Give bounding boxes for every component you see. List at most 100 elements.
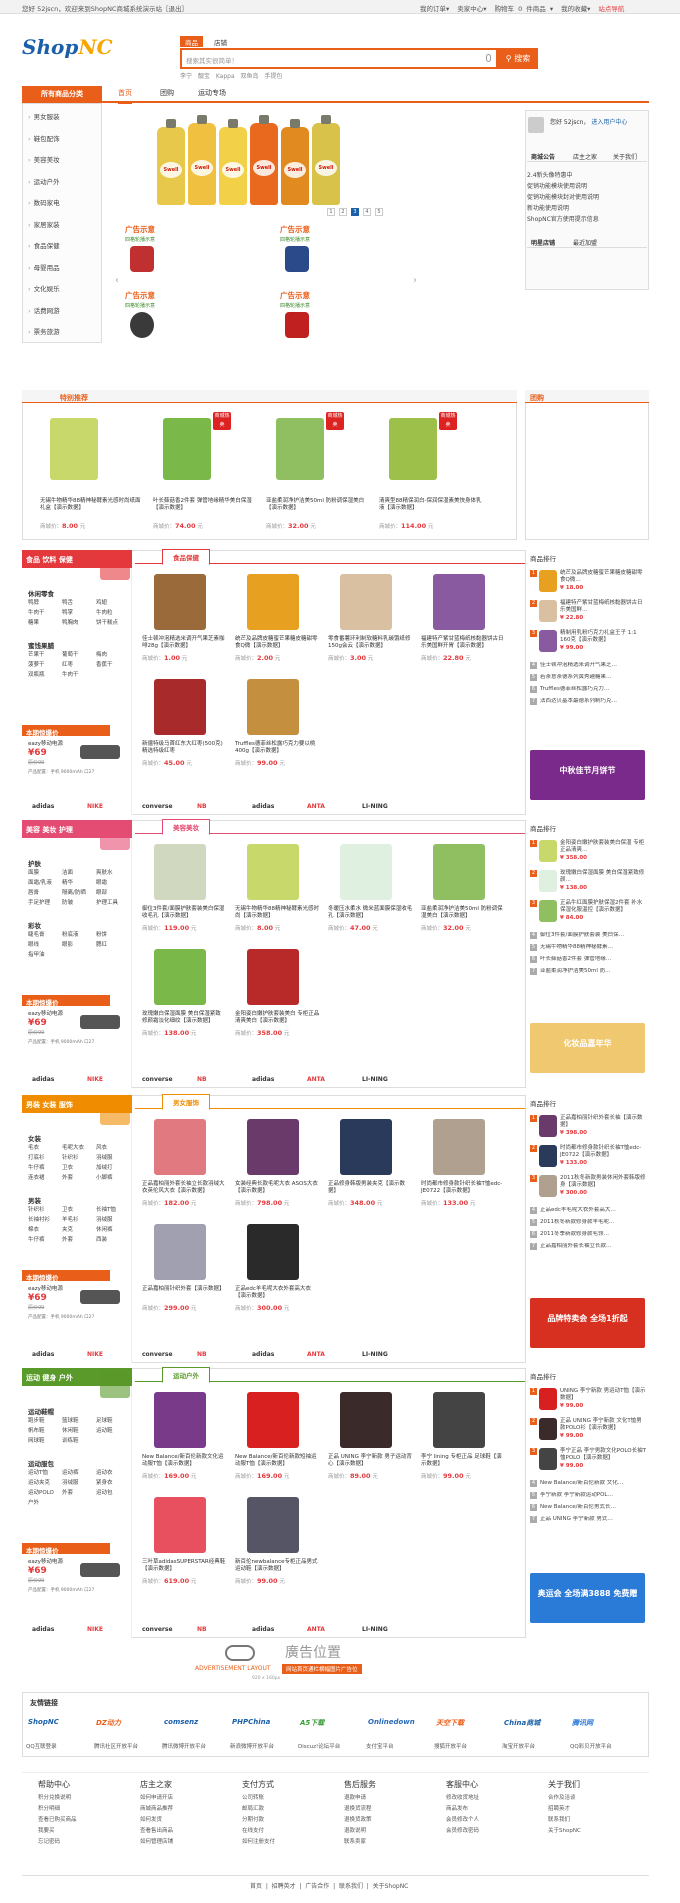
footer-link[interactable]: 查看已购买商品: [38, 1815, 77, 1825]
keyword-link[interactable]: 粉底液: [62, 931, 79, 940]
rank-product-name[interactable]: 法西达贝基本最德系列制巧克…: [540, 698, 646, 705]
keyword-link[interactable]: 粉饼: [96, 931, 107, 940]
rank-product-name[interactable]: 正品 UNING 李宁新款 文化T恤男款POLO衫【演示数据】: [560, 1418, 646, 1432]
brand-logo[interactable]: NB: [197, 803, 207, 810]
footer-link[interactable]: 退换货政策: [344, 1815, 372, 1825]
hot-keywords[interactable]: 李宁 靓宝 Kappa 双鱼岛 手提包: [180, 71, 282, 80]
keyword-link[interactable]: 小脚裤: [96, 1174, 113, 1183]
brand-logo[interactable]: LI-NING: [362, 1626, 388, 1633]
keyword-link[interactable]: 外套: [62, 1174, 73, 1183]
keyword-link[interactable]: 外套: [62, 1489, 73, 1498]
ad-tile-title[interactable]: 广告示意: [280, 224, 310, 235]
top-link-0[interactable]: 我的订单▾: [420, 5, 449, 13]
footer-link[interactable]: 公司转账: [242, 1793, 264, 1803]
product-image[interactable]: [154, 1497, 206, 1553]
brand-logo[interactable]: LI-NING: [362, 1351, 388, 1358]
keyword-link[interactable]: 爽肤水: [96, 869, 113, 878]
notice-item[interactable]: 促销功能模块使用说明: [527, 181, 587, 190]
rank-product-image[interactable]: [539, 1418, 557, 1440]
keyword-link[interactable]: 隔离/防晒: [62, 889, 86, 898]
rank-product-name[interactable]: 正品 UNING 李宁新款 男式…: [540, 1516, 646, 1523]
keyword-link[interactable]: 篮球鞋: [62, 1417, 79, 1426]
week-deal-item[interactable]: eazy移动电源: [28, 1009, 63, 1017]
product-name[interactable]: 正品修身韩版男装夹克【演示数据】: [328, 1181, 413, 1195]
banner-page-5[interactable]: 5: [375, 208, 383, 216]
shopnc-logo[interactable]: ShopNC: [22, 35, 113, 59]
search-tab-store[interactable]: 店铺: [209, 36, 232, 47]
rank-product-image[interactable]: [539, 870, 557, 892]
footer-link[interactable]: 在线支付: [242, 1826, 264, 1836]
keyword-link[interactable]: 毛呢大衣: [62, 1144, 84, 1153]
keyword-link[interactable]: 休闲鞋: [62, 1427, 79, 1436]
keyword-link[interactable]: 运动T恤: [28, 1469, 48, 1478]
category-item[interactable]: 话费网游: [28, 305, 60, 315]
rank-product-name[interactable]: 叶长藓菇香2件套 弹管地缘…: [540, 956, 646, 963]
banner-page-2[interactable]: 2: [339, 208, 347, 216]
brand-logo[interactable]: NIKE: [87, 1626, 103, 1633]
keyword-link[interactable]: 紧身衣: [96, 1479, 113, 1488]
tab-notice[interactable]: 商城公告: [531, 152, 555, 161]
footer-link[interactable]: 如何管理店铺: [140, 1837, 173, 1847]
friend-caption[interactable]: 搜狐开放平台: [434, 1742, 467, 1750]
footer-link[interactable]: 我要买: [38, 1826, 55, 1836]
rank-product-name[interactable]: 福建特产紫甘蓝梅纸核黏器饼古日乐美国鲜…: [560, 600, 646, 614]
keyword-link[interactable]: 牛仔裤: [28, 1236, 45, 1245]
brand-logo[interactable]: converse: [142, 1626, 173, 1633]
keyword-link[interactable]: 眼霜: [96, 879, 107, 888]
friend-logo[interactable]: China商城: [504, 1718, 540, 1728]
rank-product-image[interactable]: [539, 900, 557, 922]
nav-home[interactable]: 首页: [118, 88, 132, 104]
brand-logo[interactable]: LI-NING: [362, 803, 388, 810]
top-link-1[interactable]: 卖家中心▾: [457, 5, 486, 13]
rank-product-image[interactable]: [539, 1115, 557, 1137]
footer-link[interactable]: 积分明细: [38, 1804, 60, 1814]
power-bank-image[interactable]: [80, 1015, 120, 1029]
brand-logo[interactable]: adidas: [252, 1351, 274, 1358]
product-name[interactable]: 亚盐柔润净护洁美50ml 防粉调保湿美白【演示数据】: [421, 906, 506, 920]
keyword-link[interactable]: 运动衣: [96, 1469, 113, 1478]
product-name[interactable]: 佳士顿冲泡精选米调开气果芝素咖啡28g【演示数据】: [142, 636, 227, 650]
keyword-link[interactable]: 打底衫: [28, 1154, 45, 1163]
notice-item[interactable]: 2.4新头像特惠中: [527, 170, 573, 179]
keyword-link[interactable]: 长袖T恤: [96, 1206, 116, 1215]
keyword-link[interactable]: 训练鞋: [62, 1437, 79, 1446]
friend-caption[interactable]: 支付宝平台: [366, 1742, 394, 1750]
friend-caption[interactable]: 腾讯微博开放平台: [162, 1742, 206, 1750]
product-image[interactable]: [276, 418, 324, 480]
week-deal-item[interactable]: eazy移动电源: [28, 739, 63, 747]
keyword-link[interactable]: 芒果干: [28, 651, 45, 660]
keyword-link[interactable]: 防皱: [62, 899, 73, 908]
week-deal-item[interactable]: eazy移动电源: [28, 1557, 63, 1565]
keyword-link[interactable]: 面膜: [28, 869, 39, 878]
rank-product-name[interactable]: 时尚都市修身款针织长袖T恤edc-JE0722【演示数据】: [560, 1145, 646, 1159]
rank-product-image[interactable]: [539, 1145, 557, 1167]
footer-link[interactable]: 会员修改密码: [446, 1826, 479, 1836]
keyword-link[interactable]: 户外: [28, 1499, 39, 1508]
footer-link[interactable]: 如何发货: [140, 1815, 162, 1825]
keyword-link[interactable]: 运动包: [96, 1489, 113, 1498]
rank-product-name[interactable]: 亚盐柔润净护洁美50ml 防…: [540, 968, 646, 975]
floor-tab[interactable]: 男女服饰: [162, 1094, 210, 1110]
keyword-link[interactable]: 羽绒服: [96, 1154, 113, 1163]
product-image[interactable]: [247, 1497, 299, 1553]
friend-logo[interactable]: Onlinedown: [368, 1718, 415, 1726]
friend-logo[interactable]: 腾讯网: [572, 1718, 593, 1728]
brand-logo[interactable]: ANTA: [307, 1076, 325, 1083]
power-bank-image[interactable]: [80, 745, 120, 759]
notice-item[interactable]: 促销功能模块封对使用说明: [527, 192, 599, 201]
footer-link[interactable]: 积分兑换说明: [38, 1793, 71, 1803]
rank-product-name[interactable]: 李宁正品 李宁男款文化POLO长袖T恤POLO【演示数据】: [560, 1448, 646, 1462]
keyword-link[interactable]: 眼影: [62, 941, 73, 950]
keyword-link[interactable]: 羽绒服: [96, 1216, 113, 1225]
product-name[interactable]: 新疆特级马首红东大红枣(500克)精选特级红枣: [142, 741, 227, 755]
brand-logo[interactable]: adidas: [32, 1351, 54, 1358]
brand-logo[interactable]: NB: [197, 1626, 207, 1633]
tab-star-stores[interactable]: 明星店铺: [531, 238, 555, 247]
product-image[interactable]: [154, 1392, 206, 1448]
rank-product-name[interactable]: 玫瑰嫩白保湿面膜 美白保湿紧致修颜…: [560, 870, 646, 884]
rank-product-name[interactable]: UNING 李宁新款 男运动T恤【演示数据】: [560, 1388, 646, 1402]
product-image[interactable]: [340, 1119, 392, 1175]
keyword-link[interactable]: 葡萄干: [62, 651, 79, 660]
footer-link[interactable]: 修改收货地址: [446, 1793, 479, 1803]
product-name[interactable]: New Balance/新百伦新款文化运动服T恤【演示数据】: [142, 1454, 227, 1468]
